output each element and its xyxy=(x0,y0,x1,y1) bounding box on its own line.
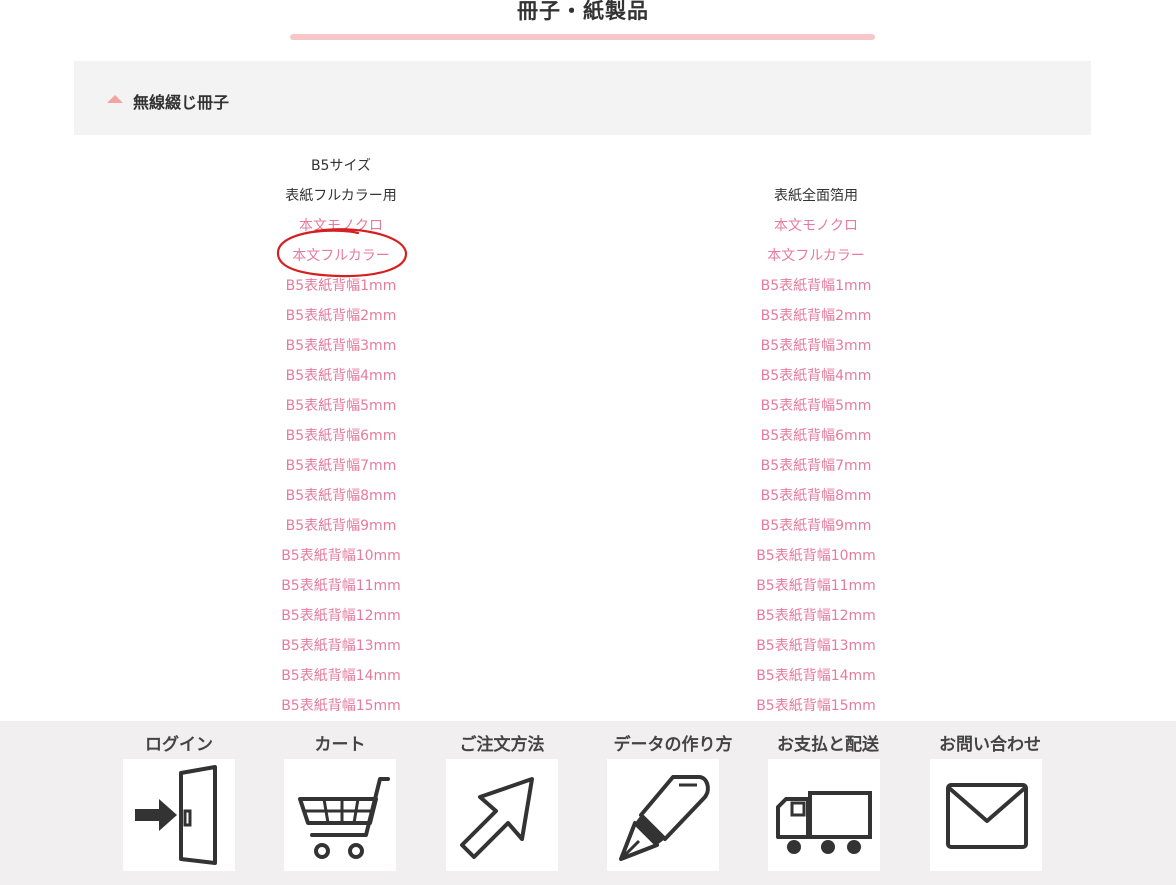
product-link[interactable]: B5表紙背幅11mm xyxy=(756,578,876,594)
pen-icon[interactable] xyxy=(607,759,719,871)
product-link[interactable]: B5表紙背幅5mm xyxy=(286,398,397,414)
accordion-header[interactable]: 無線綴じ冊子 xyxy=(74,61,1091,135)
product-link[interactable]: B5表紙背幅11mm xyxy=(281,578,401,594)
product-link[interactable]: B5表紙背幅7mm xyxy=(286,458,397,474)
nav-login-label: ログイン xyxy=(145,735,213,755)
nav-login[interactable]: ログイン xyxy=(104,721,254,871)
arrow-icon[interactable] xyxy=(446,759,558,871)
column-heading: 表紙フルカラー用 xyxy=(285,188,397,204)
nav-order-label: ご注文方法 xyxy=(459,735,545,755)
title-underline xyxy=(290,34,875,40)
product-link[interactable]: B5表紙背幅14mm xyxy=(281,668,401,684)
product-link[interactable]: 本文モノクロ xyxy=(774,218,858,234)
footer-nav: ログイン カート ご注文方法 データの作り方 お支払と配送 お問い合わせ xyxy=(0,721,1176,885)
product-link[interactable]: B5表紙背幅3mm xyxy=(761,338,872,354)
product-link[interactable]: B5表紙背幅4mm xyxy=(761,368,872,384)
envelope-icon[interactable] xyxy=(930,759,1042,871)
nav-contact[interactable]: お問い合わせ xyxy=(915,721,1065,871)
nav-payment-shipping[interactable]: お支払と配送 xyxy=(753,721,903,871)
product-link[interactable]: B5表紙背幅14mm xyxy=(756,668,876,684)
page-title: 冊子・紙製品 xyxy=(517,0,649,23)
product-link[interactable]: B5表紙背幅10mm xyxy=(281,548,401,564)
nav-payment-label: お支払と配送 xyxy=(777,735,879,755)
product-link[interactable]: B5表紙背幅6mm xyxy=(286,428,397,444)
triangle-up-icon xyxy=(107,95,123,103)
product-link[interactable]: B5表紙背幅15mm xyxy=(756,698,876,714)
product-link[interactable]: B5表紙背幅2mm xyxy=(761,308,872,324)
size-heading: B5サイズ xyxy=(310,158,372,174)
product-link[interactable]: B5表紙背幅4mm xyxy=(286,368,397,384)
product-link[interactable]: B5表紙背幅9mm xyxy=(761,518,872,534)
product-link[interactable]: B5表紙背幅5mm xyxy=(761,398,872,414)
product-link[interactable]: B5表紙背幅12mm xyxy=(756,608,876,624)
product-column-foil: 表紙全面箔用 本文モノクロ 本文フルカラー B5表紙背幅1mm B5表紙背幅2m… xyxy=(666,151,966,721)
product-link[interactable]: B5表紙背幅13mm xyxy=(756,638,876,654)
product-link[interactable]: B5表紙背幅8mm xyxy=(761,488,872,504)
size-heading-spacer xyxy=(666,151,966,181)
nav-cart[interactable]: カート xyxy=(265,721,415,871)
product-column-full-color: B5サイズ 表紙フルカラー用 本文モノクロ 本文フルカラー B5表紙背幅1mm … xyxy=(191,151,491,721)
product-link[interactable]: B5表紙背幅1mm xyxy=(286,278,397,294)
product-link[interactable]: B5表紙背幅12mm xyxy=(281,608,401,624)
product-link[interactable]: 本文フルカラー xyxy=(767,248,865,264)
product-link[interactable]: B5表紙背幅6mm xyxy=(761,428,872,444)
product-link[interactable]: B5表紙背幅1mm xyxy=(761,278,872,294)
product-link[interactable]: B5表紙背幅15mm xyxy=(281,698,401,714)
column-heading: 表紙全面箔用 xyxy=(774,188,858,204)
product-link[interactable]: B5表紙背幅10mm xyxy=(756,548,876,564)
shopping-cart-icon[interactable] xyxy=(284,759,396,871)
accordion-label: 無線綴じ冊子 xyxy=(133,93,230,112)
product-link[interactable]: B5表紙背幅3mm xyxy=(286,338,397,354)
nav-data-guide[interactable]: データの作り方 xyxy=(598,721,748,871)
nav-cart-label: カート xyxy=(314,735,366,755)
truck-icon[interactable] xyxy=(768,759,880,871)
product-link[interactable]: B5表紙背幅13mm xyxy=(281,638,401,654)
nav-contact-label: お問い合わせ xyxy=(939,735,1041,755)
product-link[interactable]: B5表紙背幅7mm xyxy=(761,458,872,474)
nav-data-guide-label: データの作り方 xyxy=(613,735,733,755)
product-link[interactable]: B5表紙背幅8mm xyxy=(286,488,397,504)
product-link[interactable]: B5表紙背幅9mm xyxy=(286,518,397,534)
product-link[interactable]: 本文フルカラー xyxy=(292,248,390,264)
nav-order-method[interactable]: ご注文方法 xyxy=(427,721,577,871)
door-login-icon[interactable] xyxy=(123,759,235,871)
product-link[interactable]: B5表紙背幅2mm xyxy=(286,308,397,324)
product-link[interactable]: 本文モノクロ xyxy=(299,218,383,234)
